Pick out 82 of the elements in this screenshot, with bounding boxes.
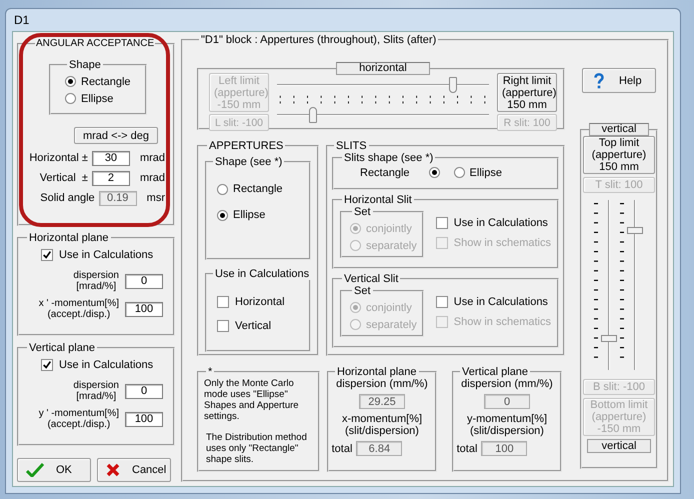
checkbox-option[interactable]: Use in Calculations xyxy=(41,246,167,264)
slider-thumb[interactable] xyxy=(309,107,318,123)
group-title: ANGULAR ACCEPTANCE xyxy=(35,38,156,49)
number-field[interactable]: 100 xyxy=(125,302,163,316)
unit-label: mrad xyxy=(140,152,165,164)
dispersion-field[interactable]: 0 xyxy=(484,394,530,409)
radio-option[interactable]: Ellipse xyxy=(454,164,502,181)
group-title: Horizontal plane xyxy=(336,366,418,378)
checkmark-icon xyxy=(42,250,52,260)
number-field[interactable]: 30 xyxy=(92,150,130,166)
slider-thumb[interactable] xyxy=(600,335,616,342)
group-title: Vertical plane xyxy=(461,366,530,378)
field-label: x-momentum[%] (slit/dispersion) xyxy=(342,413,422,437)
group-title: * xyxy=(207,366,214,378)
field-label: Vertical ± xyxy=(38,172,88,184)
field-label: Solid angle xyxy=(39,192,95,204)
checkbox-option[interactable]: Vertical xyxy=(217,314,305,338)
help-button[interactable]: Help xyxy=(582,68,656,93)
number-field[interactable]: 0 xyxy=(125,274,163,288)
field-label: y ' -momentum[%] (accept./disp.) xyxy=(38,408,119,430)
group-title: Slits shape (see *) xyxy=(343,152,434,164)
field-label: y-momentum[%] (slit/dispersion) xyxy=(466,413,548,437)
radio-option[interactable]: Rectangle xyxy=(65,73,145,90)
group-title: Set xyxy=(353,285,372,297)
radio-option[interactable]: Rectangle xyxy=(217,176,305,202)
limit-button[interactable]: Top limit (apperture) 150 mm xyxy=(583,136,655,174)
field-label: dispersion [mrad/%] xyxy=(73,380,119,402)
slider-thumb[interactable] xyxy=(448,77,457,93)
group-title: Vertical plane xyxy=(28,342,96,354)
group-title: Set xyxy=(353,206,372,218)
checkbox[interactable] xyxy=(436,217,448,229)
checkbox[interactable] xyxy=(436,296,448,308)
number-field[interactable]: 0 xyxy=(125,384,163,398)
checkbox[interactable] xyxy=(41,359,53,371)
total-field[interactable]: 6.84 xyxy=(356,441,402,456)
limit-button[interactable]: Right limit (apperture) 150 mm xyxy=(497,73,557,112)
group-title: vertical xyxy=(586,439,652,453)
number-field[interactable]: 100 xyxy=(125,412,163,426)
field-label: x ' -momentum[%] (accept./disp.) xyxy=(38,298,119,320)
radio-option[interactable]: Ellipse xyxy=(65,90,145,107)
group-title: "D1" block : Appertures (throughout), Slits (after) xyxy=(200,34,438,46)
dispersion-field[interactable]: 29.25 xyxy=(359,394,405,409)
field-label: Horizontal ± xyxy=(28,152,88,164)
checkbox-option[interactable]: Use in Calculations xyxy=(436,293,551,311)
group-title: horizontal xyxy=(336,62,430,75)
checkbox[interactable] xyxy=(217,320,229,332)
field-label: dispersion (mm/%) xyxy=(461,378,553,390)
convert-button[interactable]: mrad <-> deg xyxy=(74,127,158,144)
group-title: Shape xyxy=(68,59,102,71)
checkbox-option[interactable]: Horizontal xyxy=(217,290,305,314)
group-title: vertical xyxy=(588,123,650,136)
group-title: APPERTURES xyxy=(208,140,284,152)
group-title: Shape (see *) xyxy=(214,156,284,168)
note-text: Only the Monte Carlo mode uses "Ellipse" Shapes and Apperture settings. xyxy=(204,378,300,422)
ok-button[interactable]: OK xyxy=(17,458,91,482)
checkmark-icon xyxy=(26,463,44,477)
cancel-button[interactable]: Cancel xyxy=(97,458,171,482)
help-icon xyxy=(593,72,605,90)
group-title: Use in Calculations xyxy=(214,268,310,280)
number-field[interactable]: 2 xyxy=(92,170,130,186)
note-text: The Distribution method uses only "Rectangle" shape slits. xyxy=(205,432,308,465)
slider-thumb[interactable] xyxy=(626,226,642,234)
checkbox-option[interactable]: Use in Calculations xyxy=(41,356,167,374)
x-icon xyxy=(106,463,120,477)
group-title: Horizontal Slit xyxy=(343,194,413,206)
checkbox[interactable] xyxy=(217,296,229,308)
group-title: Horizontal plane xyxy=(28,232,110,244)
unit-label: msr xyxy=(146,192,165,204)
window-title: D1 xyxy=(14,13,30,27)
field-label: total xyxy=(456,442,478,454)
unit-label: mrad xyxy=(140,172,165,184)
checkbox[interactable] xyxy=(41,249,53,261)
field-label: dispersion [mrad/%] xyxy=(73,270,119,292)
radio-option[interactable]: Ellipse xyxy=(217,202,305,228)
checkbox-option[interactable]: Use in Calculations xyxy=(436,214,551,232)
group-title: Vertical Slit xyxy=(343,273,400,285)
field-label: dispersion (mm/%) xyxy=(336,378,428,390)
checkmark-icon xyxy=(42,360,52,370)
total-field[interactable]: 100 xyxy=(481,441,528,456)
radio-option[interactable]: Rectangle xyxy=(360,164,440,181)
group-title: SLITS xyxy=(335,140,368,152)
field-label: total xyxy=(332,442,352,454)
